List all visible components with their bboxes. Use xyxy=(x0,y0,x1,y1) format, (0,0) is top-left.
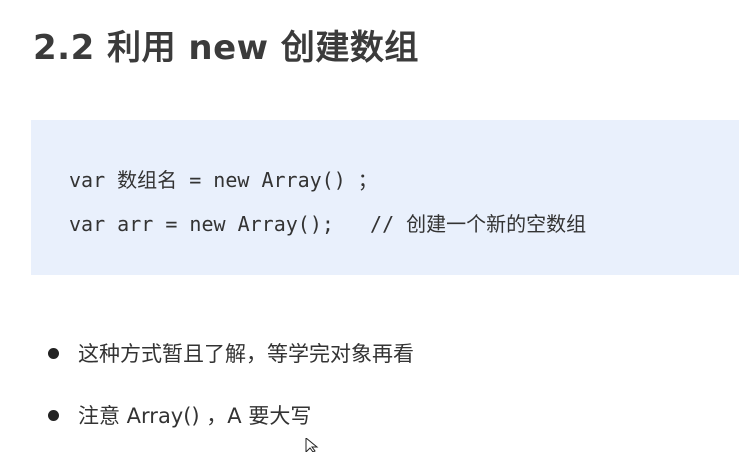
bullet-dot-icon xyxy=(48,347,59,359)
code-line-1: var 数组名 = new Array() ； xyxy=(69,168,378,192)
list-item: 注意 Array() ，A 要大写 xyxy=(48,401,311,431)
code-line-2: var arr = new Array(); // 创建一个新的空数组 xyxy=(69,212,587,236)
bullet-dot-icon xyxy=(48,409,59,421)
list-item: 这种方式暂且了解，等学完对象再看 xyxy=(48,339,414,369)
code-block: var 数组名 = new Array() ； var arr = new Ar… xyxy=(31,120,739,275)
list-item-text: 注意 Array() ，A 要大写 xyxy=(78,404,312,428)
page-title: 2.2 利用 new 创建数组 xyxy=(33,28,419,68)
list-item-text: 这种方式暂且了解，等学完对象再看 xyxy=(78,342,414,366)
